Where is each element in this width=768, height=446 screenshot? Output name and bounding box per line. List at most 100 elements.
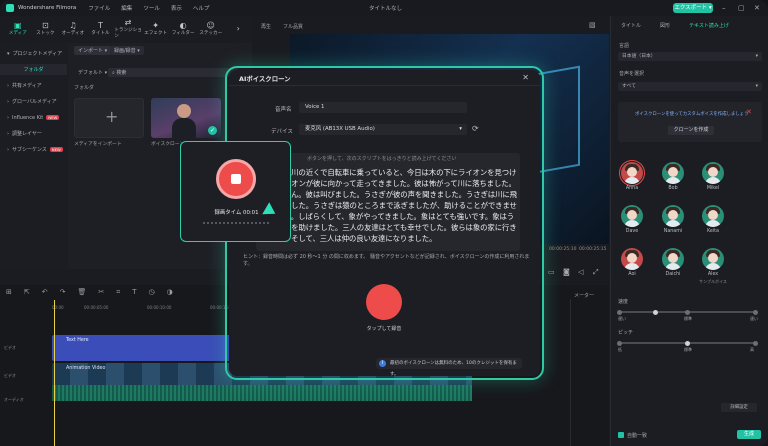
- sidebar-item-label: 共有メディア: [12, 83, 42, 89]
- camera-icon[interactable]: ◙: [563, 268, 570, 276]
- voice-avatar-daichi[interactable]: [662, 248, 684, 270]
- voice-avatar-aoi[interactable]: [621, 248, 643, 270]
- generate-button[interactable]: 生成: [737, 430, 761, 439]
- language-select[interactable]: 日本語（日本） ▾: [618, 52, 762, 61]
- quality-dropdown[interactable]: フル品質: [283, 23, 303, 30]
- export-button[interactable]: エクスポート ▾: [673, 3, 713, 13]
- speed-icon[interactable]: ◷: [149, 288, 155, 296]
- tool-audio[interactable]: ♫ オーディオ: [59, 16, 87, 40]
- speed-slider[interactable]: [617, 309, 758, 315]
- sidebar-item-label: サブシーケンス: [12, 147, 47, 153]
- sidebar-item-folder[interactable]: フォルダ: [0, 64, 67, 75]
- sidebar-item-project-media[interactable]: ▾ プロジェクトメディア: [0, 48, 67, 59]
- record-button[interactable]: 録画/録音 ▾: [110, 46, 144, 55]
- advanced-settings-button[interactable]: 詳細設定: [721, 403, 757, 412]
- speed-tick-fast: 速い: [750, 316, 758, 321]
- tab-shapes[interactable]: 図形: [660, 22, 670, 34]
- sidebar-item-influence-kit[interactable]: › Influence Kit NEW: [0, 112, 67, 123]
- auto-match-checkbox[interactable]: [618, 432, 624, 438]
- script-instruction: ボタンを押して、次のスクリプトをはっきりと読み上げてください: [307, 156, 457, 162]
- sidebar-item-label: Influence Kit: [12, 114, 44, 121]
- color-icon[interactable]: ◑: [167, 288, 173, 296]
- tool-audio-label: オーディオ: [61, 30, 85, 36]
- cut-icon[interactable]: ✂: [98, 288, 104, 296]
- import-tile[interactable]: +: [74, 98, 144, 138]
- tab-title[interactable]: タイトル: [621, 22, 641, 34]
- minimize-icon[interactable]: –: [722, 4, 726, 12]
- search-placeholder: 検索: [116, 70, 127, 76]
- clone-card: ボイスクローンを使ってカスタムボイスを作成しましょう ✕ クローンを作成: [618, 102, 762, 142]
- voice-avatar-bob[interactable]: [662, 162, 684, 184]
- track-label: ビデオ: [4, 373, 16, 378]
- sidebar-item-shared-media[interactable]: › 共有メディア: [0, 80, 67, 91]
- pitch-slider[interactable]: [617, 340, 758, 346]
- close-icon[interactable]: ✕: [746, 108, 752, 116]
- voice-avatar-alex[interactable]: [702, 248, 724, 270]
- sidebar-item-adjustment-layer[interactable]: › 調整レイヤー: [0, 128, 67, 139]
- redo-icon[interactable]: ↷: [60, 288, 66, 296]
- voice-name: Nanami: [663, 229, 683, 234]
- voice-avatar-mikel[interactable]: [702, 162, 724, 184]
- close-icon[interactable]: ✕: [522, 73, 529, 82]
- close-window-icon[interactable]: ✕: [754, 4, 760, 12]
- voice-name-input[interactable]: Voice 1: [299, 102, 467, 113]
- credit-notice-text: 最初のボイスクローンは無料のため、10のクレジットを保有ます。: [390, 361, 517, 377]
- import-button[interactable]: インポート ▾: [74, 46, 112, 55]
- tool-effects[interactable]: ✦ エフェクト: [142, 16, 170, 40]
- sidebar-item-subsequence[interactable]: › サブシーケンス NEW: [0, 144, 67, 155]
- volume-icon[interactable]: ◁: [578, 268, 583, 276]
- text-icon[interactable]: T: [132, 288, 136, 296]
- speed-thumb[interactable]: [653, 309, 658, 315]
- slider-tick: [617, 340, 622, 346]
- snapshot-icon[interactable]: ▧: [589, 21, 596, 29]
- tool-stock[interactable]: ⊡ ストック: [32, 16, 60, 40]
- maximize-icon[interactable]: ▢: [738, 4, 745, 12]
- clip-thumbnail[interactable]: ✓: [151, 98, 221, 138]
- delete-icon[interactable]: 🗑: [78, 288, 87, 296]
- pitch-tick-high: 高: [750, 347, 754, 352]
- stop-recording-button[interactable]: [216, 159, 256, 199]
- fullscreen-icon[interactable]: ⤢: [593, 268, 599, 277]
- tab-text-to-speech[interactable]: テキスト読み上げ: [689, 22, 729, 34]
- voice-avatar-nanami[interactable]: [662, 205, 684, 227]
- slider-tick: [753, 309, 758, 315]
- crop-icon[interactable]: ⌗: [116, 288, 120, 297]
- refresh-icon[interactable]: ⟳: [472, 124, 479, 133]
- voice-avatar-keita[interactable]: [702, 205, 724, 227]
- undo-icon[interactable]: ↶: [42, 288, 48, 296]
- toolbar-more-icon[interactable]: ›: [225, 16, 253, 40]
- search-input[interactable]: ⌕ 検索: [108, 68, 238, 77]
- tool-sticker[interactable]: ☺ ステッカー: [197, 16, 225, 40]
- sidebar-item-global-media[interactable]: › グローバルメディア: [0, 96, 67, 107]
- menu-edit[interactable]: 編集: [121, 4, 132, 12]
- menu-view[interactable]: 表示: [171, 4, 182, 12]
- script-text: ネズミが川の近くで自転車に乗っていると、今日は木の下にライオンを見つけた。ライオ…: [262, 168, 517, 243]
- playhead[interactable]: [54, 300, 55, 446]
- transition-icon: ⇄: [124, 17, 132, 27]
- tool-stock-label: ストック: [36, 30, 55, 36]
- device-select[interactable]: 麦克风 (AB13X USB Audio) ▾: [299, 124, 467, 135]
- display-icon[interactable]: ▭: [548, 268, 555, 276]
- tool-title[interactable]: T タイトル: [87, 16, 115, 40]
- create-clone-button[interactable]: クローンを作成: [668, 126, 714, 135]
- menu-help[interactable]: ヘルプ: [193, 4, 210, 12]
- time-total: 00:00:25:15: [579, 247, 607, 252]
- sticker-icon: ☺: [206, 20, 215, 30]
- voice-avatar-dave[interactable]: [621, 205, 643, 227]
- record-button[interactable]: [366, 284, 402, 320]
- pitch-thumb[interactable]: [685, 340, 690, 346]
- tool-transition[interactable]: ⇄ トランジション: [114, 16, 142, 40]
- audio-waveform[interactable]: [52, 385, 472, 401]
- tool-media[interactable]: ▣ メディア: [4, 16, 32, 40]
- grid-icon[interactable]: ⊞: [6, 288, 12, 296]
- record-label: 録画/録音: [114, 48, 136, 54]
- pointer-icon[interactable]: ⇱: [24, 288, 30, 296]
- tool-filter[interactable]: ◐ フィルター: [169, 16, 197, 40]
- voice-filter-select[interactable]: すべて ▾: [618, 82, 762, 91]
- sort-dropdown[interactable]: デフォルト ▾: [74, 68, 111, 77]
- voice-filter-value: すべて: [622, 84, 636, 89]
- voice-avatar-anna[interactable]: [619, 160, 645, 186]
- menu-tools[interactable]: ツール: [143, 4, 160, 12]
- menu-file[interactable]: ファイル: [88, 4, 110, 12]
- ruler-tick: 00:00:05:00: [84, 305, 109, 310]
